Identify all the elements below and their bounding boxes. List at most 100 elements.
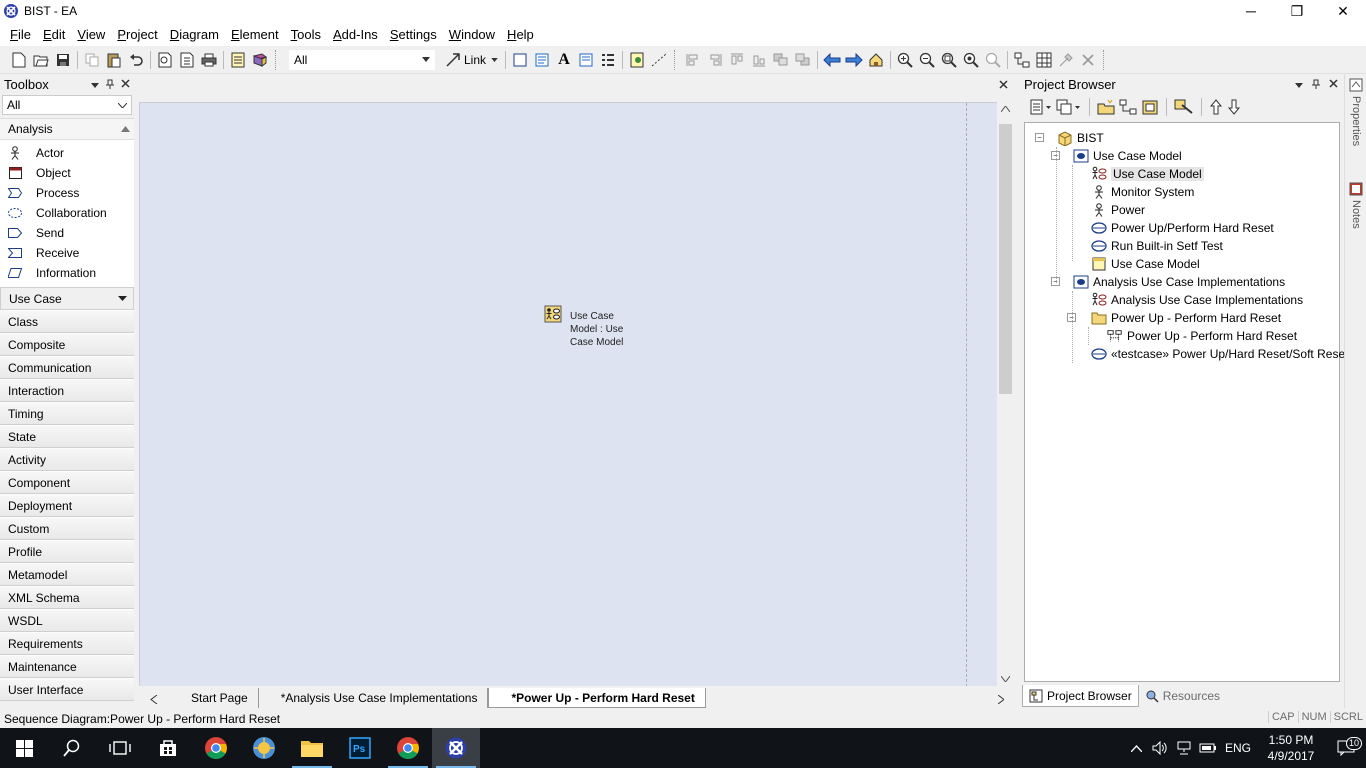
chevron-down-icon[interactable] — [1295, 83, 1303, 88]
align-right-icon[interactable] — [704, 49, 726, 71]
connector-icon[interactable] — [648, 49, 670, 71]
notes-icon[interactable] — [227, 49, 249, 71]
tab-start-page[interactable]: Start Page — [169, 688, 259, 708]
toolbox-group-interaction[interactable]: Interaction — [0, 379, 134, 402]
tree-item[interactable]: Use Case Model — [1091, 165, 1204, 183]
minimize-button[interactable]: ─ — [1228, 0, 1274, 22]
show-hidden-icons[interactable] — [1124, 744, 1148, 752]
volume-icon[interactable] — [1148, 741, 1172, 755]
side-tab-notes[interactable]: Notes — [1347, 182, 1365, 229]
send-backward-icon[interactable] — [792, 49, 814, 71]
locate-element-icon[interactable] — [1174, 99, 1194, 115]
grid-icon[interactable] — [1033, 49, 1055, 71]
rectangle-icon[interactable] — [509, 49, 531, 71]
print-icon[interactable] — [198, 49, 220, 71]
tab-power-up-perform-hard-reset[interactable]: *Power Up - Perform Hard Reset — [488, 688, 706, 708]
tree-expander[interactable]: − — [1035, 133, 1044, 142]
nav-back-icon[interactable] — [821, 49, 843, 71]
toolbox-item-information[interactable]: Information — [0, 263, 134, 283]
menu-view[interactable]: View — [71, 27, 111, 42]
toolbox-group-profile[interactable]: Profile — [0, 540, 134, 563]
tools-icon[interactable] — [1055, 49, 1077, 71]
tree-item[interactable]: Power Up - Perform Hard Reset — [1107, 327, 1297, 345]
home-icon[interactable] — [865, 49, 887, 71]
open-file-icon[interactable] — [30, 49, 52, 71]
menu-project[interactable]: Project — [111, 27, 163, 42]
bring-forward-icon[interactable] — [770, 49, 792, 71]
tree-item[interactable]: Analysis Use Case Implementations — [1073, 273, 1285, 291]
zoom-fit-icon[interactable] — [938, 49, 960, 71]
zoom-disabled-icon[interactable] — [982, 49, 1004, 71]
tree-item[interactable]: Monitor System — [1091, 183, 1194, 201]
taskbar-file-explorer[interactable] — [288, 728, 336, 768]
toolbox-group-requirements[interactable]: Requirements — [0, 632, 134, 655]
tree-item[interactable]: Power Up - Perform Hard Reset — [1091, 309, 1281, 327]
text-icon[interactable]: A — [553, 49, 575, 71]
scroll-down-icon[interactable] — [1001, 676, 1010, 682]
toolbox-group-deployment[interactable]: Deployment — [0, 494, 134, 517]
menu-window[interactable]: Window — [443, 27, 501, 42]
close-icon[interactable] — [1329, 79, 1338, 88]
tree-item[interactable]: Analysis Use Case Implementations — [1091, 291, 1303, 309]
taskbar-photoshop[interactable]: Ps — [336, 728, 384, 768]
align-bottom-icon[interactable] — [748, 49, 770, 71]
new-file-icon[interactable] — [8, 49, 30, 71]
book-icon[interactable] — [249, 49, 271, 71]
taskbar-store[interactable] — [144, 728, 192, 768]
zoom-in-icon[interactable] — [894, 49, 916, 71]
new-element-icon[interactable] — [1030, 99, 1052, 115]
diagram-element-use-case-model[interactable]: Use Case Model : Use Case Model — [544, 305, 640, 349]
scope-select[interactable]: All — [289, 49, 435, 70]
task-view-button[interactable] — [96, 728, 144, 768]
menu-add-ins[interactable]: Add-Ins — [327, 27, 384, 42]
menu-element[interactable]: Element — [225, 27, 285, 42]
zoom-out-icon[interactable] — [916, 49, 938, 71]
action-center-button[interactable]: 10 — [1326, 737, 1366, 756]
toolbox-group-wsdl[interactable]: WSDL — [0, 609, 134, 632]
taskbar-clock[interactable]: 1:50 PM 4/9/2017 — [1256, 732, 1326, 764]
taskbar-weather-app[interactable] — [240, 728, 288, 768]
taskbar-enterprise-architect[interactable] — [432, 728, 480, 768]
tree-item[interactable]: Power — [1091, 201, 1145, 219]
menu-help[interactable]: Help — [501, 27, 540, 42]
battery-icon[interactable] — [1196, 743, 1220, 753]
pin-icon[interactable] — [1311, 79, 1321, 89]
menu-edit[interactable]: Edit — [37, 27, 71, 42]
save-icon[interactable] — [52, 49, 74, 71]
toolbox-group-component[interactable]: Component — [0, 471, 134, 494]
menu-diagram[interactable]: Diagram — [164, 27, 225, 42]
toolbar-grip[interactable] — [1103, 49, 1107, 70]
move-up-icon[interactable] — [1209, 99, 1223, 115]
layout-icon[interactable] — [1011, 49, 1033, 71]
list-icon[interactable] — [597, 49, 619, 71]
toolbar-grip[interactable] — [674, 49, 678, 70]
toolbox-group-use-case[interactable]: Use Case — [0, 287, 134, 310]
tree-item[interactable]: «testcase» Power Up/Hard Reset/Soft Rese… — [1091, 345, 1348, 363]
toolbox-group-custom[interactable]: Custom — [0, 517, 134, 540]
note-icon[interactable] — [575, 49, 597, 71]
start-button[interactable] — [0, 728, 48, 768]
toolbox-group-activity[interactable]: Activity — [0, 448, 134, 471]
move-down-icon[interactable] — [1227, 99, 1241, 115]
align-left-icon[interactable] — [682, 49, 704, 71]
menu-settings[interactable]: Settings — [384, 27, 443, 42]
toolbox-item-actor[interactable]: Actor — [0, 143, 134, 163]
side-tab-properties[interactable]: Properties — [1347, 78, 1365, 146]
toolbox-group-composite[interactable]: Composite — [0, 333, 134, 356]
toolbox-item-collaboration[interactable]: Collaboration — [0, 203, 134, 223]
scrollbar-thumb[interactable] — [999, 124, 1012, 394]
taskbar-chrome[interactable] — [192, 728, 240, 768]
close-diagram-icon[interactable] — [999, 80, 1008, 89]
link-button[interactable]: Link — [441, 52, 502, 68]
tab-scroll-right-icon[interactable] — [998, 695, 1004, 704]
toolbar-grip[interactable] — [275, 49, 279, 70]
tab-analysis-use-case-implementations[interactable]: *Analysis Use Case Implementations — [259, 688, 489, 708]
page-setup-icon[interactable] — [176, 49, 198, 71]
nav-forward-icon[interactable] — [843, 49, 865, 71]
pin-icon[interactable] — [105, 79, 115, 89]
toolbox-group-xml-schema[interactable]: XML Schema — [0, 586, 134, 609]
close-icon[interactable] — [121, 79, 130, 88]
toolbox-group-user-interface[interactable]: User Interface — [0, 678, 134, 701]
restore-button[interactable]: ❐ — [1274, 0, 1320, 22]
tab-project-browser[interactable]: Project Browser — [1022, 685, 1139, 707]
